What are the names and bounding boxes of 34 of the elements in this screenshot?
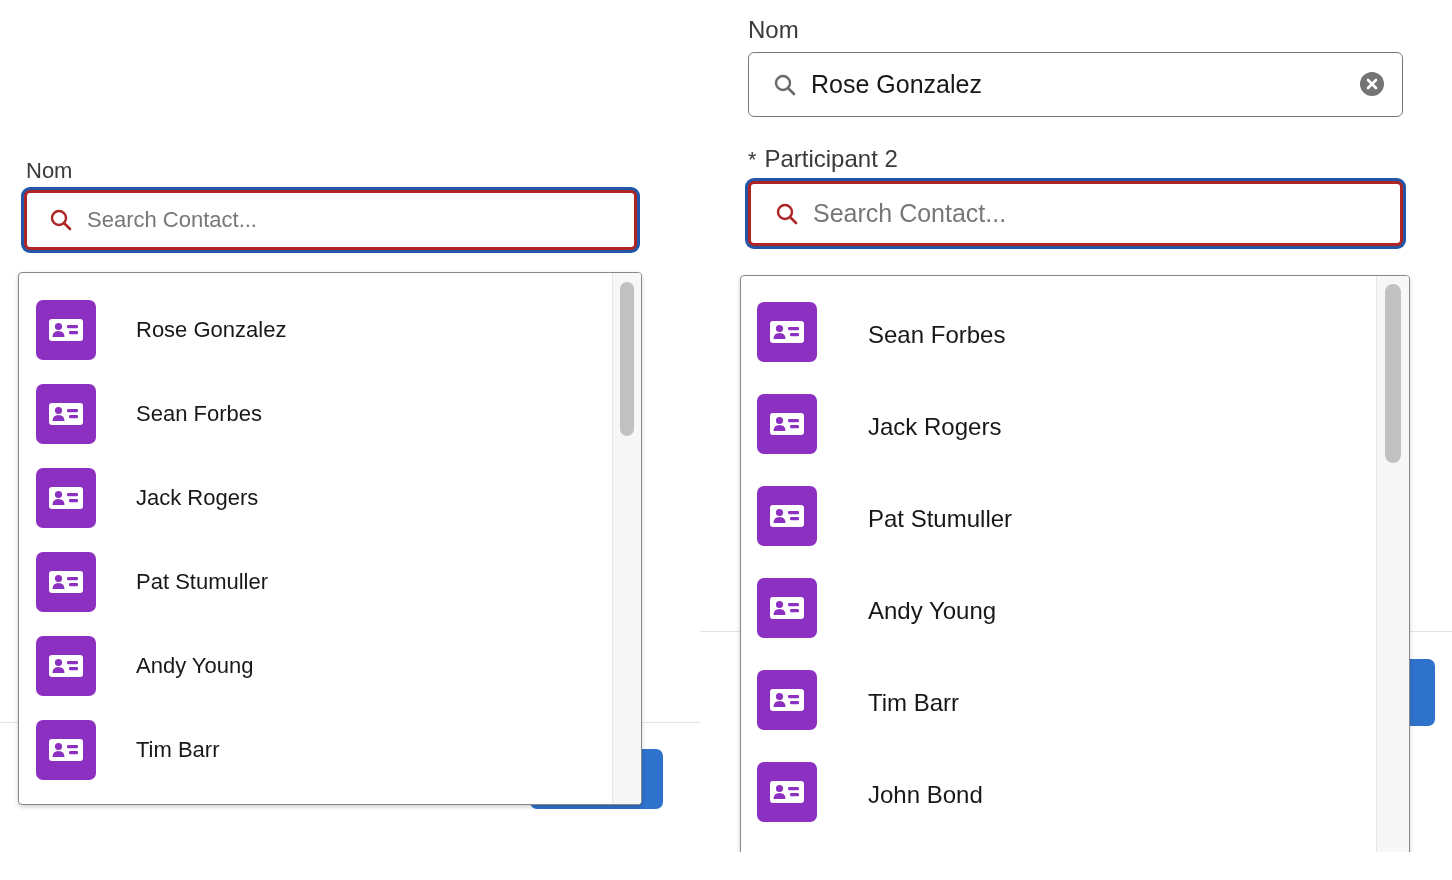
contact-option[interactable]: John Bond xyxy=(868,781,983,809)
scrollbar-thumb[interactable] xyxy=(620,282,634,436)
contact-card-icon xyxy=(36,300,96,360)
field-label: Participant 2 xyxy=(764,145,898,173)
search-input[interactable]: Rose Gonzalez xyxy=(811,70,1360,99)
search-icon xyxy=(775,201,799,226)
field-label: Nom xyxy=(748,16,799,44)
field-label: Nom xyxy=(26,158,73,184)
search-field[interactable]: Rose Gonzalez xyxy=(748,52,1403,117)
contact-option[interactable]: Andy Young xyxy=(136,653,254,679)
search-input[interactable]: Search Contact... xyxy=(813,199,1384,228)
contact-card-icon xyxy=(36,720,96,780)
search-input[interactable]: Search Contact... xyxy=(87,207,618,233)
contact-option[interactable]: Andy Young xyxy=(868,597,997,625)
contact-option[interactable]: Pat Stumuller xyxy=(868,505,1013,533)
contact-card-icon xyxy=(36,636,96,696)
search-field[interactable]: Search Contact... xyxy=(748,181,1403,246)
contact-option[interactable]: Rose Gonzalez xyxy=(136,317,287,343)
contact-option[interactable]: Sean Forbes xyxy=(868,321,1006,349)
contact-card-icon xyxy=(36,552,96,612)
contact-option[interactable]: Sean Forbes xyxy=(136,401,262,427)
search-icon xyxy=(49,208,73,232)
search-field[interactable]: Search Contact... xyxy=(24,190,637,250)
contact-option[interactable]: Tim Barr xyxy=(136,737,220,763)
contact-card-icon xyxy=(36,468,96,528)
contact-option[interactable]: Pat Stumuller xyxy=(136,569,269,595)
search-icon xyxy=(773,72,797,97)
contact-option[interactable]: Jack Rogers xyxy=(868,413,1002,441)
clear-icon[interactable] xyxy=(1360,71,1386,98)
required-mark: * xyxy=(748,147,757,173)
contact-card-icon xyxy=(36,384,96,444)
contact-option[interactable]: Tim Barr xyxy=(868,689,960,717)
scrollbar-thumb[interactable] xyxy=(1385,284,1401,463)
contact-option[interactable]: Jack Rogers xyxy=(136,485,259,511)
